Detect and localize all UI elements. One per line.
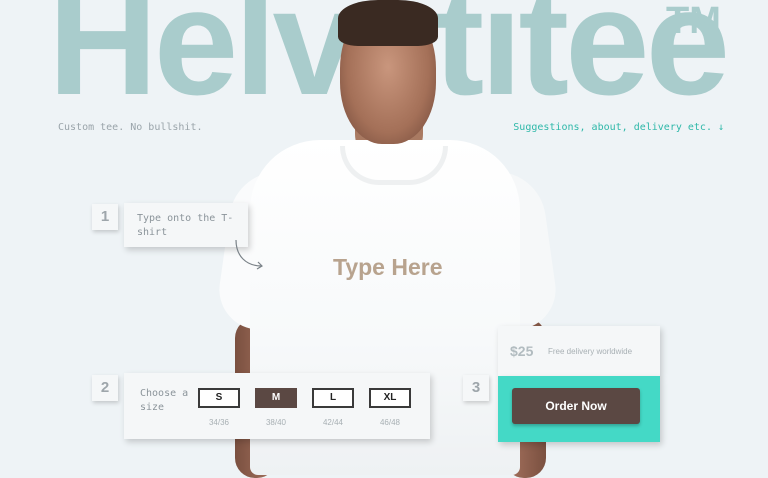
size-option-m[interactable]: M xyxy=(255,388,297,408)
step-3-number: 3 xyxy=(463,375,489,401)
order-panel: Order Now xyxy=(498,376,660,442)
info-link[interactable]: Suggestions, about, delivery etc. ↓ xyxy=(513,122,724,133)
step-1-number: 1 xyxy=(92,204,118,230)
step-2-card: Choose a size S M L XL 34/36 38/40 42/44… xyxy=(124,373,430,439)
size-measure-l: 42/44 xyxy=(322,418,344,427)
step-2-number: 2 xyxy=(92,375,118,401)
size-option-l[interactable]: L xyxy=(312,388,354,408)
arrow-down-icon: ↓ xyxy=(717,122,724,133)
info-link-label: Suggestions, about, delivery etc. xyxy=(513,122,712,133)
trademark-mark: TM xyxy=(666,0,721,42)
step-1-card: Type onto the T-shirt xyxy=(124,203,248,247)
size-measure-s: 34/36 xyxy=(208,418,230,427)
step-1-instruction: Type onto the T-shirt xyxy=(137,213,234,238)
price: $25 xyxy=(510,343,534,359)
tagline: Custom tee. No bullshit. xyxy=(58,122,203,133)
delivery-note: Free delivery worldwide xyxy=(548,347,633,356)
curved-arrow-icon xyxy=(235,239,263,270)
size-measure-xl: 46/48 xyxy=(379,418,401,427)
size-label: Choose a size xyxy=(140,388,189,413)
price-card: $25 Free delivery worldwide xyxy=(498,326,660,376)
order-now-button[interactable]: Order Now xyxy=(512,388,640,424)
shirt-text-input[interactable]: Type Here xyxy=(333,254,443,281)
size-option-s[interactable]: S xyxy=(198,388,240,408)
size-option-xl[interactable]: XL xyxy=(369,388,411,408)
model-hair xyxy=(338,0,438,46)
size-measure-m: 38/40 xyxy=(265,418,287,427)
